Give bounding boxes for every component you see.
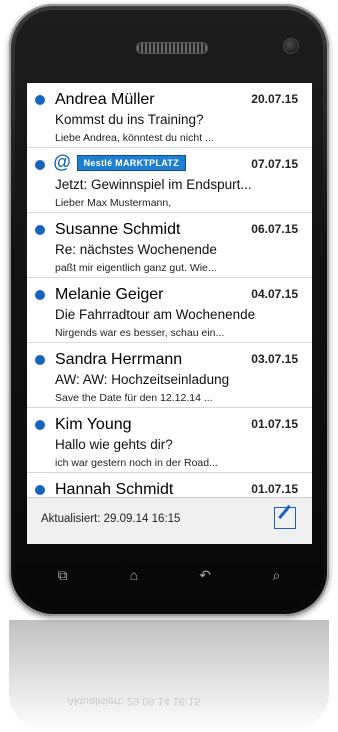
last-updated-text: Aktualisiert: 29.09.14 16:15: [41, 513, 181, 525]
message-item[interactable]: Susanne Schmidt 06.07.15 Re: nächstes Wo…: [27, 213, 312, 278]
message-subject: Die Fahrradtour am Wochenende: [55, 307, 256, 322]
message-date: 04.07.15: [251, 287, 298, 301]
message-date: 06.07.15: [251, 222, 298, 236]
message-sender: Andrea Müller: [55, 91, 155, 108]
status-footer: Aktualisiert: 29.09.14 16:15: [27, 497, 312, 544]
message-subject: Re: nächstes Wochenende: [55, 242, 217, 257]
sender-logo: @ Nestlé MARKTPLATZ: [53, 152, 186, 173]
message-item[interactable]: Sandra Herrmann 03.07.15 AW: AW: Hochzei…: [27, 343, 312, 408]
message-preview: ich war gestern noch in der Road...: [55, 457, 218, 469]
unread-dot-icon: [35, 485, 45, 495]
unread-dot-icon: [35, 355, 45, 365]
message-list[interactable]: Andrea Müller 20.07.15 Kommst du ins Tra…: [27, 83, 312, 497]
message-subject: Hallo wie gehts dir?: [55, 437, 173, 452]
message-preview: Save the Date für den 12.12.14 ...: [55, 392, 213, 404]
message-sender: Sandra Herrmann: [55, 351, 183, 368]
message-subject: Kommst du ins Training?: [55, 112, 204, 127]
message-sender: Kim Young: [55, 416, 132, 433]
message-preview: Liebe Andrea, könntest du nicht ...: [55, 132, 214, 144]
message-item[interactable]: Hannah Schmidt 01.07.15: [27, 473, 312, 497]
message-date: 03.07.15: [251, 352, 298, 366]
home-icon[interactable]: ⌂: [119, 567, 149, 583]
message-sender: Melanie Geiger: [55, 286, 164, 303]
message-preview: Nirgends war es besser, schau ein...: [55, 327, 225, 339]
message-subject: AW: AW: Hochzeitseinladung: [55, 372, 230, 387]
mail-screen: Andrea Müller 20.07.15 Kommst du ins Tra…: [27, 83, 312, 544]
nestle-banner: Nestlé MARKTPLATZ: [76, 154, 186, 171]
message-date: 20.07.15: [251, 92, 298, 106]
recent-apps-icon[interactable]: ⧉: [48, 567, 78, 584]
message-item[interactable]: Kim Young 01.07.15 Hallo wie gehts dir? …: [27, 408, 312, 473]
message-preview: Lieber Max Mustermann,: [55, 197, 172, 209]
message-preview: paßt mir eigentlich ganz gut. Wie...: [55, 262, 217, 274]
message-date: 01.07.15: [251, 482, 298, 496]
message-sender: Susanne Schmidt: [55, 221, 181, 238]
phone-reflection: Aktualisiert: 29.09.14 16:15: [9, 620, 329, 732]
camera-icon: [283, 38, 299, 54]
unread-dot-icon: [35, 290, 45, 300]
message-item[interactable]: @ Nestlé MARKTPLATZ 07.07.15 Jetzt: Gewi…: [27, 148, 312, 213]
message-item[interactable]: Melanie Geiger 04.07.15 Die Fahrradtour …: [27, 278, 312, 343]
reflection-updated-text: Aktualisiert: 29.09.14 16:15: [67, 695, 201, 707]
message-date: 01.07.15: [251, 417, 298, 431]
message-item[interactable]: Andrea Müller 20.07.15 Kommst du ins Tra…: [27, 83, 312, 148]
unread-dot-icon: [35, 225, 45, 235]
back-icon[interactable]: ↶: [190, 567, 220, 584]
unread-dot-icon: [35, 160, 45, 170]
message-date: 07.07.15: [251, 157, 298, 171]
message-sender: Hannah Schmidt: [55, 481, 174, 497]
compose-icon[interactable]: [274, 507, 296, 529]
unread-dot-icon: [35, 95, 45, 105]
search-icon[interactable]: ⌕: [261, 567, 291, 584]
unread-dot-icon: [35, 420, 45, 430]
android-nav-bar: ⧉ ⌂ ↶ ⌕: [27, 560, 312, 590]
message-subject: Jetzt: Gewinnspiel im Endspurt...: [55, 177, 252, 192]
speaker-grille: [136, 42, 208, 54]
at-sign-icon: @: [53, 152, 71, 172]
